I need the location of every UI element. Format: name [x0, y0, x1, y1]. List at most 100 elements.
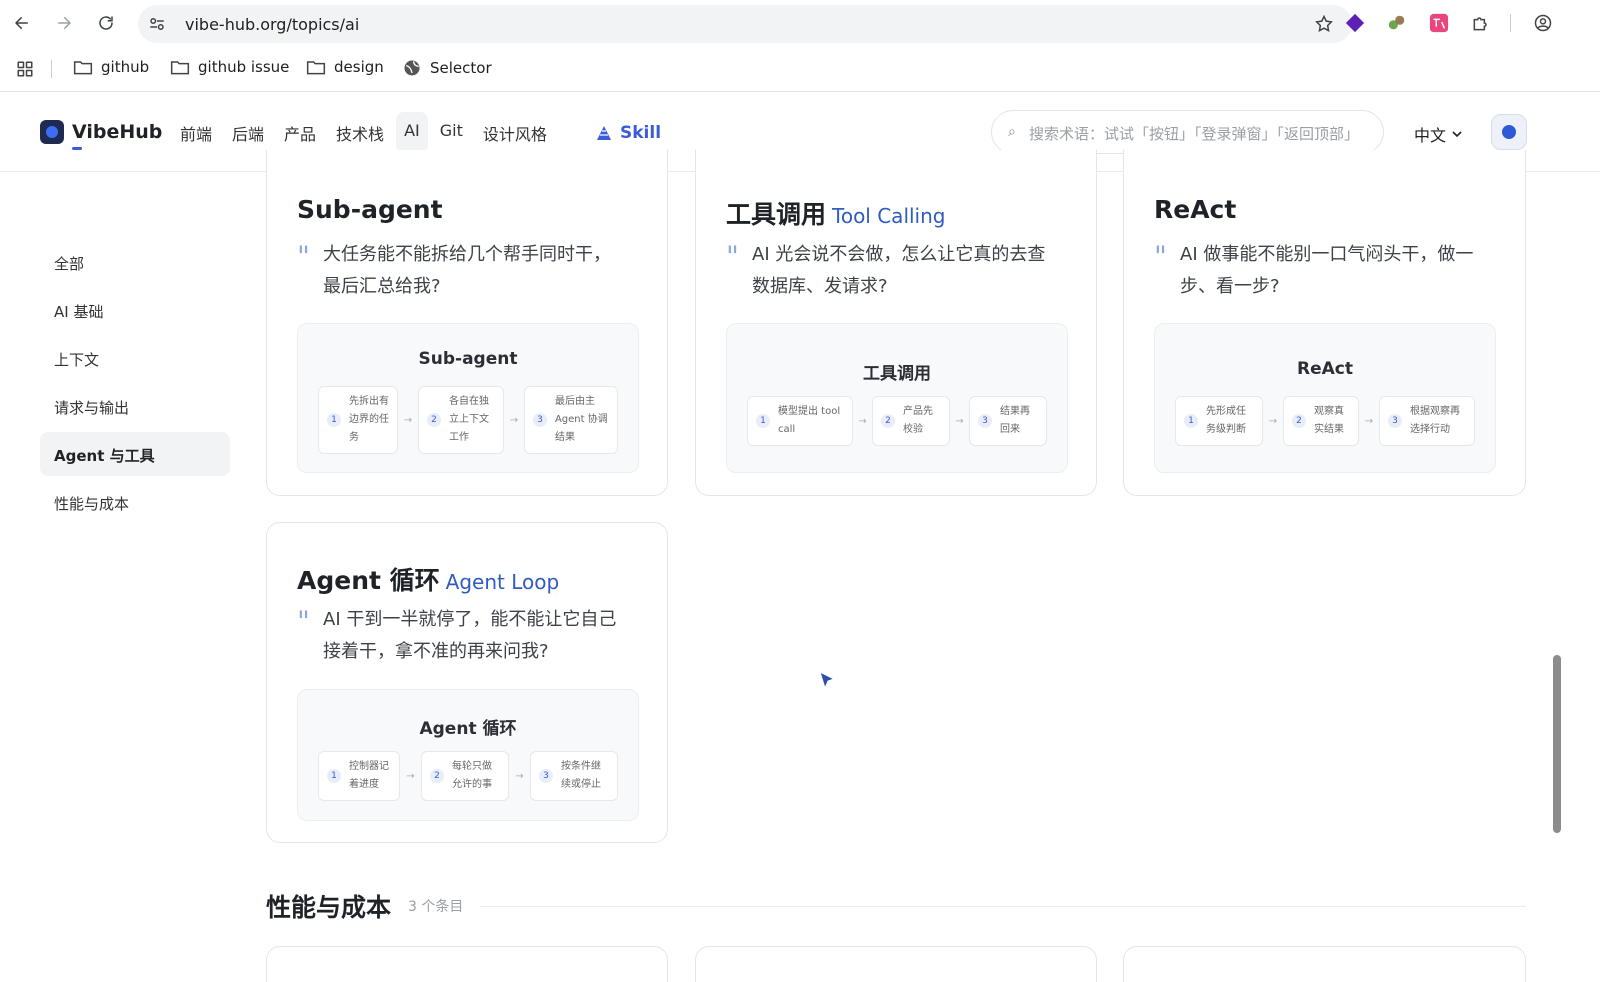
nav-ai[interactable]: AI [396, 112, 428, 154]
card-quote: AI 干到一半就停了，能不能让它自己接着干，拿不准的再来问我? [323, 609, 617, 662]
diagram-step: 3 按条件继续或停止 [529, 751, 618, 801]
term-card[interactable] [266, 946, 668, 982]
extension-puzzle-green-icon[interactable] [1386, 12, 1408, 34]
diagram-step: 2 产品先校验 [871, 396, 950, 446]
logo-mark-icon [40, 120, 64, 144]
nav-tech-stack[interactable]: 技术栈 [328, 112, 392, 154]
term-card[interactable] [1123, 946, 1526, 982]
search-placeholder: 搜索术语：试试「按钮」「登录弹窗」「返回顶部」 [1029, 125, 1360, 143]
step-number: 2 [1291, 414, 1306, 428]
extensions-puzzle-icon[interactable] [1470, 12, 1492, 34]
reload-icon[interactable] [94, 11, 118, 35]
extension-diamond-icon[interactable] [1344, 12, 1366, 34]
step-number: 1 [327, 769, 341, 783]
chevron-down-icon [1452, 131, 1462, 138]
step-number: 3 [1387, 414, 1402, 428]
page-scrollbar[interactable] [1553, 655, 1561, 833]
diagram-step: 1 先拆出有边界的任务 [318, 386, 398, 454]
profile-icon[interactable] [1532, 12, 1554, 34]
bookmark-star-icon[interactable] [1314, 14, 1334, 34]
card-title-english: Agent Loop [445, 570, 560, 594]
term-card[interactable]: ReAct " AI 做事能不能别一口气闷头干，做一步、看一步? ReAct 1… [1123, 150, 1526, 496]
card-title: Sub-agent [297, 195, 443, 224]
quote-icon: " [726, 240, 739, 273]
card-quote: 大任务能不能拆给几个帮手同时干，最后汇总给我? [323, 244, 611, 297]
term-card[interactable]: Agent 循环 Agent Loop " AI 干到一半就停了，能不能让它自己接… [266, 522, 668, 843]
card-diagram: ReAct 1 先形成任务级判断 → 2 观察真实结果 → 3 根据观察再选择行动 [1154, 323, 1496, 473]
sidebar-item-all[interactable]: 全部 [40, 240, 230, 284]
skill-link[interactable]: Skill [596, 123, 661, 143]
arrow-right-icon: → [515, 770, 524, 782]
card-diagram: Sub-agent 1 先拆出有边界的任务 → 2 各自在独立上下文工作 → 3 最后… [297, 323, 639, 473]
nav-product[interactable]: 产品 [276, 112, 324, 154]
apps-grid-icon[interactable] [13, 57, 37, 81]
nav-frontend[interactable]: 前端 [172, 112, 220, 154]
bookmark-label: github [101, 58, 150, 76]
arrow-right-icon: → [1364, 415, 1374, 427]
toolbar-divider [1510, 14, 1511, 32]
folder-icon [170, 61, 190, 75]
arrow-right-icon: → [1268, 415, 1278, 427]
sidebar-item-performance-cost[interactable]: 性能与成本 [40, 480, 230, 524]
step-text: 每轮只做允许的事 [451, 761, 492, 790]
card-diagram: Agent 循环 1 控制器记着进度 → 2 每轮只做允许的事 → 3 按条件继续或停… [297, 689, 639, 821]
card-title-text: 工具调用 [726, 200, 827, 229]
bookmark-selector[interactable]: Selector [402, 58, 492, 78]
bookmarks-divider [51, 60, 52, 78]
diagram-step: 2 观察真实结果 [1282, 396, 1359, 446]
theme-toggle-button[interactable] [1491, 114, 1527, 150]
diagram-step: 3 结果再回来 [968, 396, 1047, 446]
diagram-step: 1 控制器记着进度 [318, 751, 400, 801]
search-input[interactable]: ⌕ 搜索术语：试试「按钮」「登录弹窗」「返回顶部」 [991, 110, 1384, 154]
term-card[interactable]: Sub-agent " 大任务能不能拆给几个帮手同时干，最后汇总给我? Sub-… [266, 150, 668, 496]
quote-icon: " [297, 240, 310, 273]
folder-icon [73, 61, 93, 75]
card-title-text: ReAct [1154, 195, 1237, 224]
search-icon: ⌕ [1008, 124, 1016, 140]
step-text: 控制器记着进度 [349, 761, 389, 790]
diagram-step: 3 最后由主 Agent 协调结果 [523, 386, 618, 454]
arrow-right-icon: → [509, 414, 519, 426]
arrow-right-icon: → [955, 415, 964, 427]
step-text: 产品先校验 [902, 406, 933, 435]
step-number: 3 [532, 413, 547, 427]
bookmark-github[interactable]: github [73, 58, 149, 76]
sidebar-item-context[interactable]: 上下文 [40, 336, 230, 380]
logo-underline [72, 147, 82, 150]
mouse-cursor-icon [819, 671, 836, 690]
logo-text: VibeHub [72, 121, 163, 143]
sidebar-item-ai-basics[interactable]: AI 基础 [40, 288, 230, 332]
step-text: 观察真实结果 [1313, 406, 1344, 435]
diagram-step: 2 每轮只做允许的事 [420, 751, 509, 801]
site-settings-icon[interactable] [148, 15, 166, 33]
sidebar-item-agent-tools[interactable]: Agent 与工具 [40, 432, 230, 476]
sidebar-item-request-output[interactable]: 请求与输出 [40, 384, 230, 428]
diagram-title: Sub-agent [418, 349, 518, 369]
logo[interactable]: VibeHub [40, 120, 162, 144]
extension-translate-icon[interactable] [1428, 12, 1450, 34]
browser-toolbar: vibe-hub.org/topics/ai [0, 0, 1600, 46]
nav-backend[interactable]: 后端 [224, 112, 272, 154]
term-card[interactable]: 工具调用 Tool Calling " AI 光会说不会做，怎么让它真的去查数据库… [695, 150, 1097, 496]
bookmark-github-issue[interactable]: github issue [170, 58, 289, 76]
step-number: 3 [977, 414, 992, 428]
language-select[interactable]: 中文 [1414, 122, 1463, 146]
step-number: 1 [1184, 414, 1198, 428]
bookmark-design[interactable]: design [306, 58, 384, 76]
step-text: 最后由主 Agent 协调结果 [554, 396, 608, 443]
address-bar[interactable]: vibe-hub.org/topics/ai [138, 5, 1352, 43]
step-number: 2 [426, 413, 441, 427]
diagram-title: 工具调用 [863, 364, 931, 384]
nav-git[interactable]: Git [432, 112, 471, 154]
card-quote: AI 光会说不会做，怎么让它真的去查数据库、发请求? [752, 244, 1046, 297]
back-icon[interactable] [10, 11, 34, 35]
step-number: 2 [429, 769, 444, 783]
step-text: 根据观察再选择行动 [1409, 406, 1460, 435]
step-number: 1 [327, 413, 341, 427]
nav-design-style[interactable]: 设计风格 [475, 112, 555, 154]
term-card[interactable] [695, 946, 1097, 982]
card-title: ReAct [1154, 195, 1236, 224]
bookmarks-bar: github github issue design Selector [0, 46, 1600, 92]
step-text: 结果再回来 [999, 406, 1030, 435]
forward-icon[interactable] [52, 11, 76, 35]
